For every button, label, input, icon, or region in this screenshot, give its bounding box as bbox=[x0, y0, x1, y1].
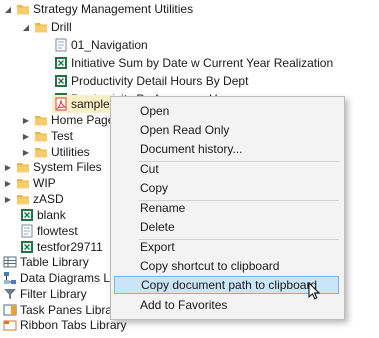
folder-icon bbox=[34, 129, 48, 143]
menu-item-open[interactable]: Open bbox=[114, 102, 339, 120]
excel-icon bbox=[20, 240, 34, 254]
folder-icon bbox=[16, 176, 30, 190]
menu-item-export[interactable]: Export bbox=[114, 238, 339, 256]
expanded-arrow-icon[interactable]: ◢ bbox=[21, 18, 31, 36]
folder-icon bbox=[34, 20, 48, 34]
folder-icon bbox=[16, 2, 30, 16]
folder-icon bbox=[16, 192, 30, 206]
tree-item-initiative-sum[interactable]: Initiative Sum by Date w Current Year Re… bbox=[54, 54, 333, 72]
menu-item-copy-shortcut[interactable]: Copy shortcut to clipboard bbox=[114, 257, 339, 275]
tree-item-ribbon-tabs-library[interactable]: Ribbon Tabs Library bbox=[3, 316, 127, 334]
page-icon bbox=[54, 38, 68, 52]
folder-icon bbox=[16, 160, 30, 174]
data-diagrams-icon bbox=[3, 271, 17, 285]
menu-item-add-to-favorites[interactable]: Add to Favorites bbox=[114, 296, 339, 314]
menu-item-copy[interactable]: Copy bbox=[114, 179, 339, 197]
tree-item-label: Drill bbox=[51, 20, 72, 34]
menu-item-delete[interactable]: Delete bbox=[114, 218, 339, 236]
table-library-icon bbox=[3, 255, 17, 269]
ribbon-tabs-icon bbox=[3, 318, 17, 332]
filter-icon bbox=[3, 287, 17, 301]
folder-icon bbox=[34, 145, 48, 159]
tree-item-drill[interactable]: ◢ Drill bbox=[21, 18, 72, 36]
pdf-icon bbox=[54, 97, 68, 111]
menu-item-open-read-only[interactable]: Open Read Only bbox=[114, 121, 339, 139]
menu-item-document-history[interactable]: Document history... bbox=[114, 140, 339, 158]
tree-item-label: Productivity Detail Hours By Dept bbox=[71, 74, 249, 88]
mouse-cursor-icon bbox=[308, 281, 321, 303]
tree-item-label: Initiative Sum by Date w Current Year Re… bbox=[71, 56, 334, 70]
menu-item-copy-document-path[interactable]: Copy document path to clipboard bbox=[114, 276, 339, 294]
tree-item-productivity-detail[interactable]: Productivity Detail Hours By Dept bbox=[54, 72, 248, 90]
tree-item-strategy-management-utilities[interactable]: ◢ Strategy Management Utilities bbox=[3, 0, 193, 18]
folder-icon bbox=[34, 113, 48, 127]
expanded-arrow-icon[interactable]: ◢ bbox=[3, 0, 13, 18]
excel-icon bbox=[20, 208, 34, 222]
tree-item-label: 01_Navigation bbox=[71, 38, 148, 52]
tree-item-label: Strategy Management Utilities bbox=[33, 2, 194, 16]
menu-item-rename[interactable]: Rename bbox=[114, 199, 339, 217]
collapsed-arrow-icon[interactable]: ▶ bbox=[3, 190, 13, 208]
menu-item-cut[interactable]: Cut bbox=[114, 160, 339, 178]
excel-icon bbox=[54, 56, 68, 70]
task-pane-icon bbox=[3, 303, 17, 317]
excel-icon bbox=[54, 74, 68, 88]
tree-item-01-navigation[interactable]: 01_Navigation bbox=[54, 36, 148, 54]
page-icon bbox=[20, 224, 34, 238]
